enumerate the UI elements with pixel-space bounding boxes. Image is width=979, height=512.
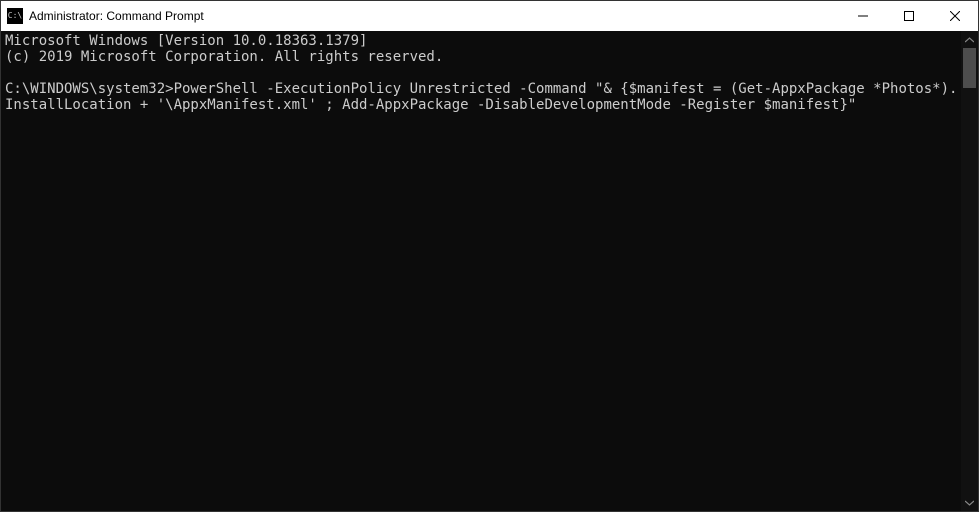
cmd-app-icon-text: C:\ [8, 12, 22, 20]
titlebar[interactable]: C:\ Administrator: Command Prompt [1, 1, 978, 31]
prompt-path: C:\WINDOWS\system32> [5, 81, 174, 97]
titlebar-left: C:\ Administrator: Command Prompt [1, 8, 204, 24]
scroll-thumb[interactable] [963, 48, 976, 88]
command-prompt-window: C:\ Administrator: Command Prompt Micros… [0, 0, 979, 512]
chevron-up-icon [965, 37, 974, 43]
scroll-down-button[interactable] [961, 494, 978, 511]
vertical-scrollbar[interactable] [961, 31, 978, 511]
close-button[interactable] [932, 1, 978, 31]
scroll-up-button[interactable] [961, 31, 978, 48]
minimize-button[interactable] [840, 1, 886, 31]
window-title: Administrator: Command Prompt [29, 9, 204, 23]
window-controls [840, 1, 978, 31]
close-icon [950, 11, 960, 21]
maximize-icon [904, 11, 914, 21]
minimize-icon [858, 11, 868, 21]
banner-line-1: Microsoft Windows [Version 10.0.18363.13… [5, 33, 367, 49]
maximize-button[interactable] [886, 1, 932, 31]
terminal-output[interactable]: Microsoft Windows [Version 10.0.18363.13… [1, 31, 961, 511]
chevron-down-icon [965, 500, 974, 506]
content-area: Microsoft Windows [Version 10.0.18363.13… [1, 31, 978, 511]
cmd-app-icon: C:\ [7, 8, 23, 24]
banner-line-2: (c) 2019 Microsoft Corporation. All righ… [5, 49, 443, 65]
